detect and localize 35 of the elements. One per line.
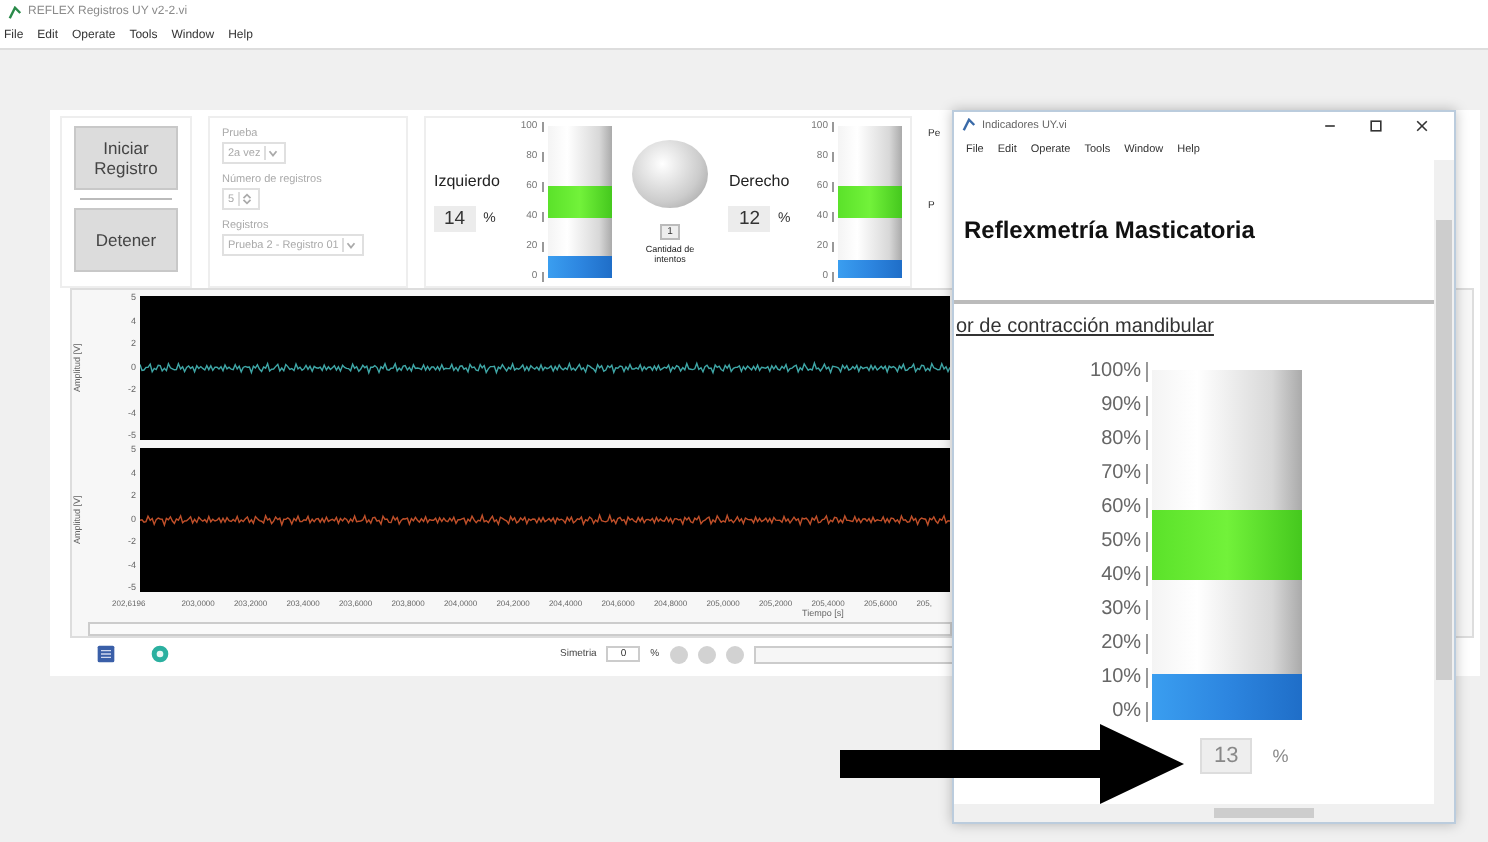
maximize-icon[interactable] bbox=[1368, 117, 1384, 133]
start-button[interactable]: Iniciar Registro bbox=[74, 126, 178, 190]
reading-field: 13 bbox=[1200, 738, 1253, 774]
app-icon bbox=[962, 118, 976, 132]
section-title: or de contracción mandibular bbox=[956, 316, 1216, 338]
meter-label: Derecho bbox=[728, 172, 790, 190]
target-band bbox=[547, 186, 612, 218]
scale-label: 80% bbox=[1101, 430, 1148, 450]
indicator-light bbox=[632, 140, 709, 208]
scale-label: 0% bbox=[1112, 702, 1148, 722]
caret-icon bbox=[342, 238, 359, 252]
panel-heading: Reflexmetría Masticatoria bbox=[964, 216, 1257, 244]
close-icon[interactable] bbox=[1414, 117, 1430, 133]
stop-button[interactable]: Detener bbox=[74, 208, 178, 272]
app-icon bbox=[8, 5, 22, 19]
scale-label: 90% bbox=[1101, 396, 1148, 416]
scrollbar[interactable] bbox=[1434, 160, 1454, 804]
scale-label: 50% bbox=[1101, 532, 1148, 552]
scrollbar[interactable] bbox=[88, 622, 952, 636]
logo-icon bbox=[96, 644, 116, 664]
caret-icon bbox=[264, 146, 281, 160]
target-band bbox=[837, 186, 902, 218]
scale-label: 10% bbox=[1101, 668, 1148, 688]
scale-label: 60% bbox=[1101, 498, 1148, 518]
reading-field: 14 bbox=[434, 206, 476, 232]
unit-label: % bbox=[1272, 746, 1289, 766]
scale-label: 100% bbox=[1090, 362, 1148, 382]
spinner-arrows-icon bbox=[238, 192, 255, 206]
meter-label: Izquierdo bbox=[434, 172, 500, 190]
scale-label: 20% bbox=[1101, 634, 1148, 654]
scale-label: 70% bbox=[1101, 464, 1148, 484]
reading-field: 12 bbox=[728, 206, 771, 232]
scrollbar[interactable] bbox=[954, 804, 1454, 822]
scale-label: 30% bbox=[1101, 600, 1148, 620]
scale-label: 40% bbox=[1101, 566, 1148, 586]
